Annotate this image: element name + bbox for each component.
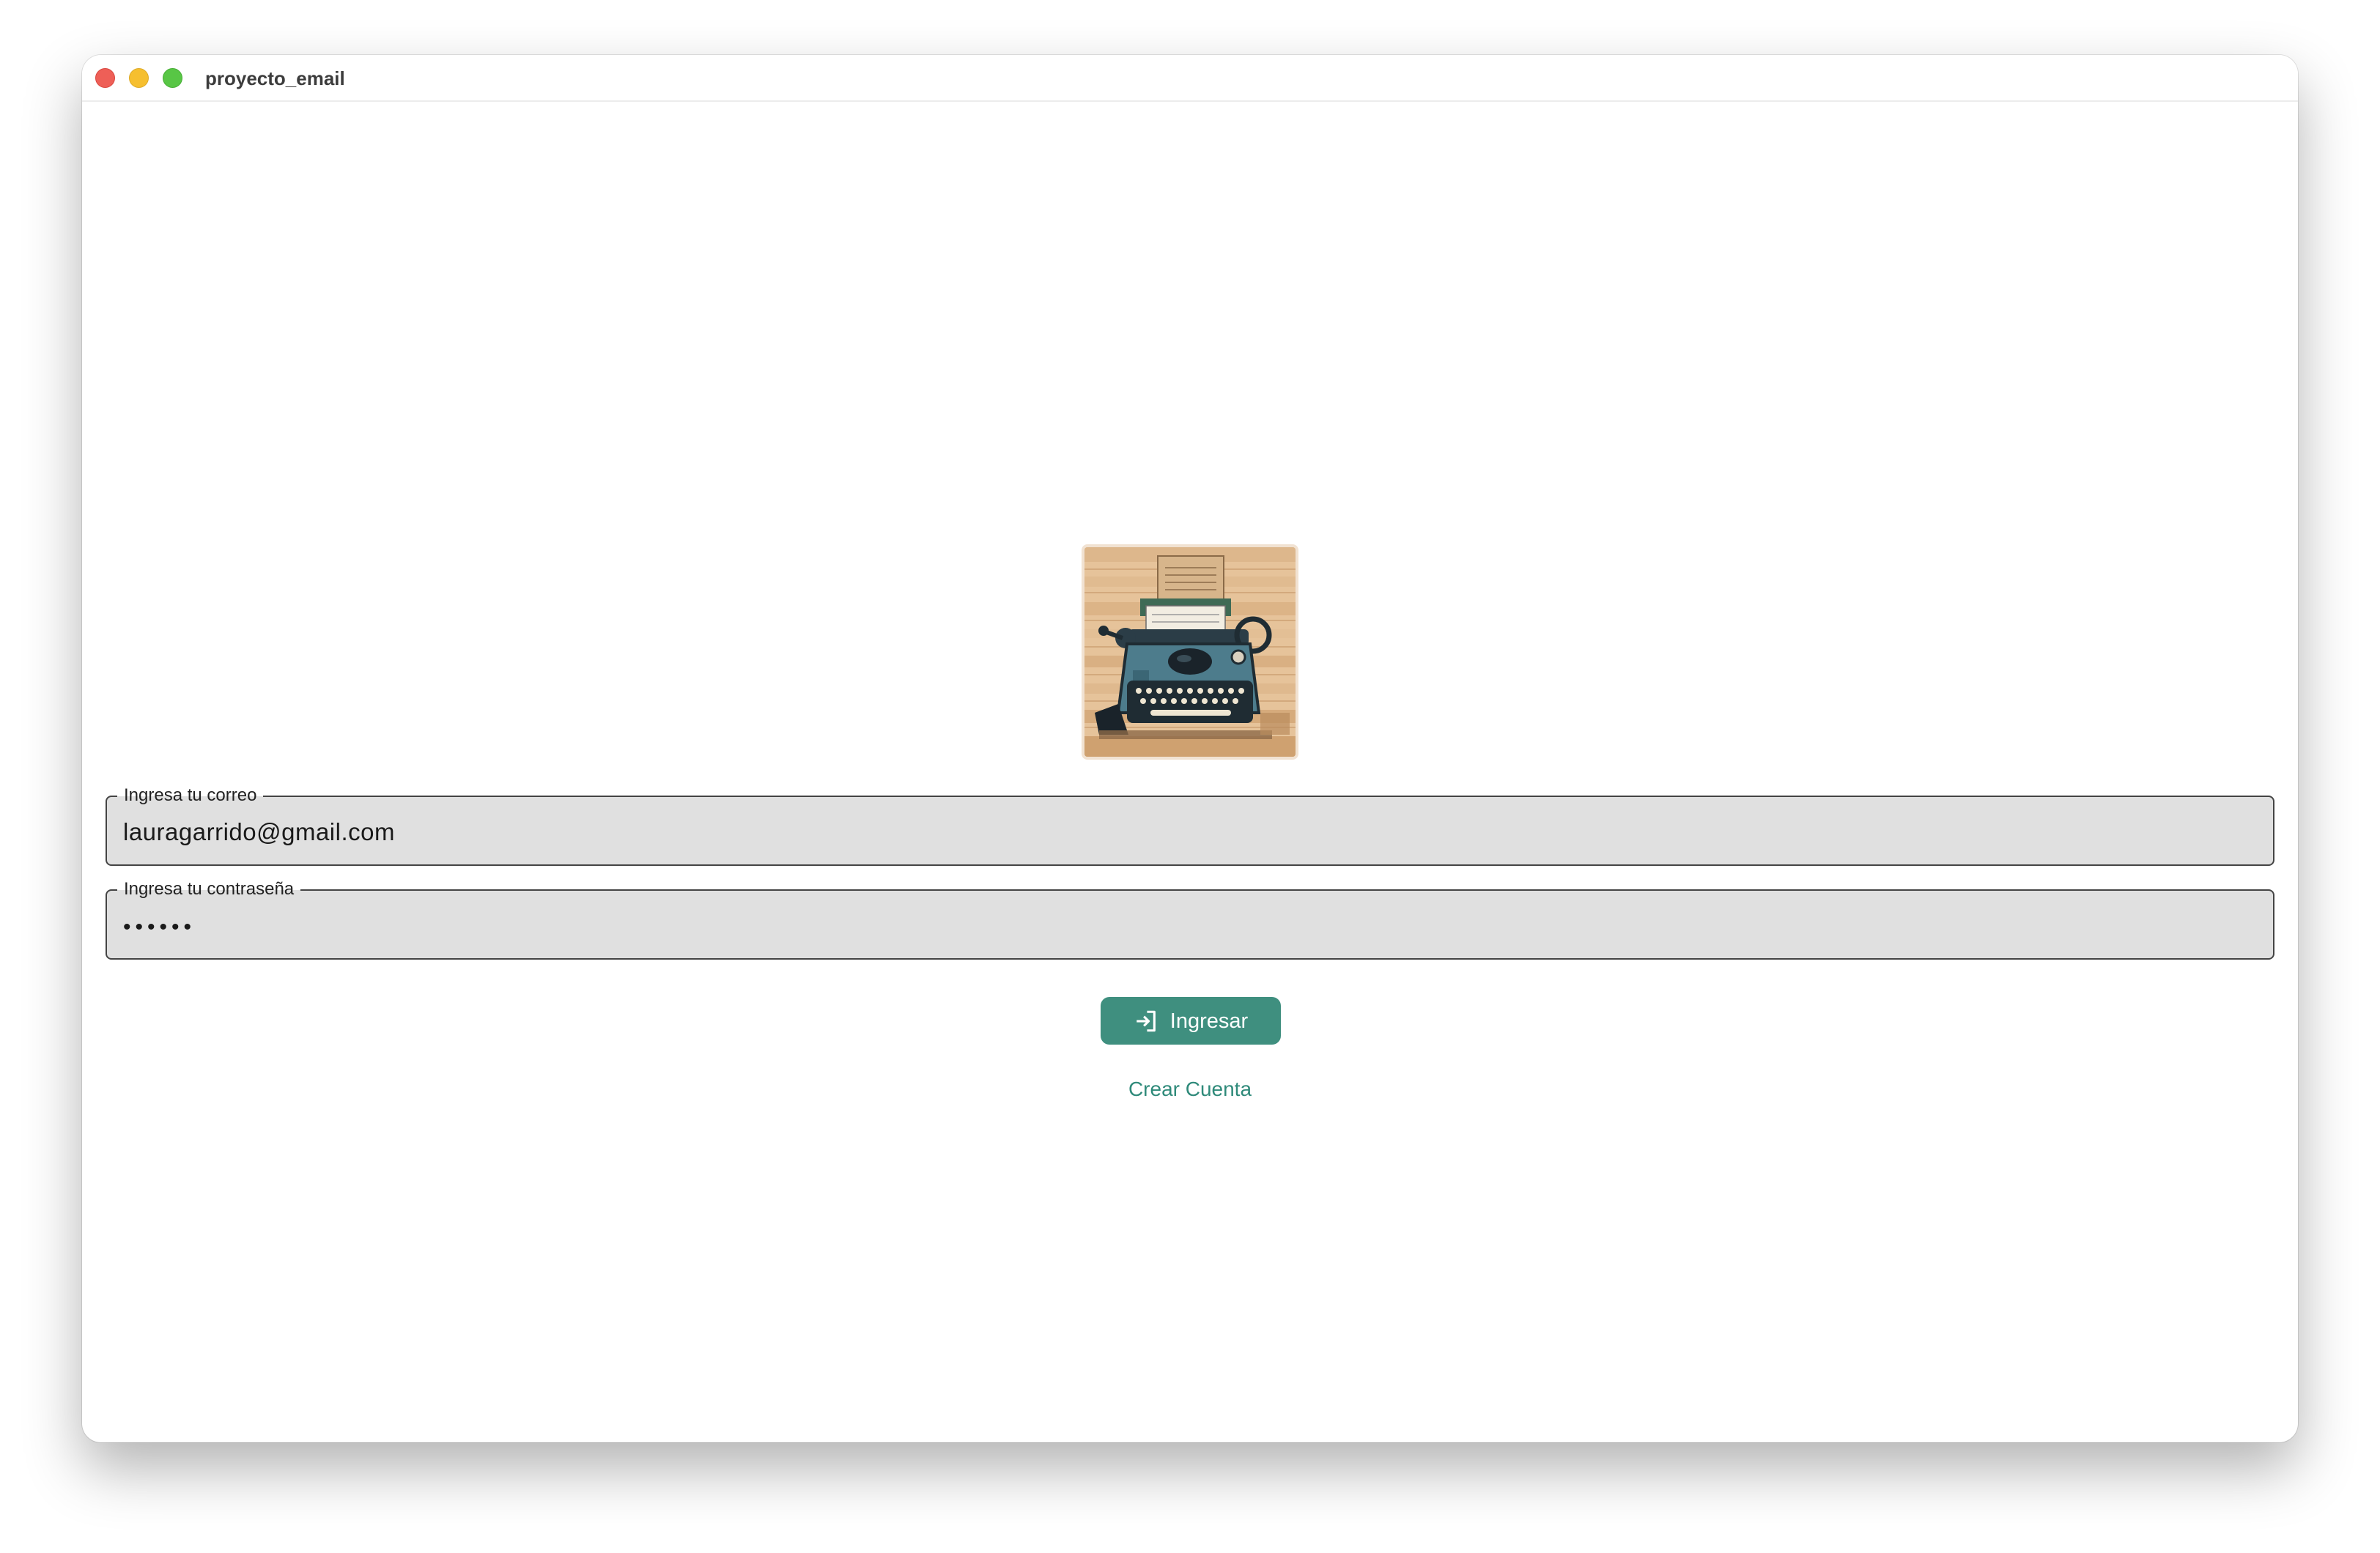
desktop-background: proyecto_email Ingresa tu correo lauraga… [0,0,2380,1553]
maximize-window-button[interactable] [163,68,182,88]
create-account-link[interactable]: Crear Cuenta [1043,1076,1337,1102]
email-field-label: Ingresa tu correo [117,785,264,806]
password-field-label: Ingresa tu contraseña [117,879,301,900]
email-field[interactable]: Ingresa tu correo lauragarrido@gmail.com [106,785,2274,866]
minimize-window-button[interactable] [129,68,149,88]
close-window-button[interactable] [95,68,115,88]
password-field[interactable]: Ingresa tu contraseña •••••• [106,879,2274,960]
window-title: proyecto_email [205,67,345,89]
app-window: proyecto_email Ingresa tu correo lauraga… [82,55,2298,1442]
login-icon [1137,1010,1156,1031]
password-input-value[interactable]: •••••• [123,913,196,942]
email-input-value[interactable]: lauragarrido@gmail.com [123,818,395,847]
title-bar[interactable]: proyecto_email [82,55,2298,102]
login-button[interactable]: Ingresar [1101,997,1281,1045]
login-screen: Ingresa tu correo lauragarrido@gmail.com… [82,102,2298,1442]
typewriter-logo-icon [1082,544,1298,760]
login-button-label: Ingresar [1169,1009,1249,1033]
